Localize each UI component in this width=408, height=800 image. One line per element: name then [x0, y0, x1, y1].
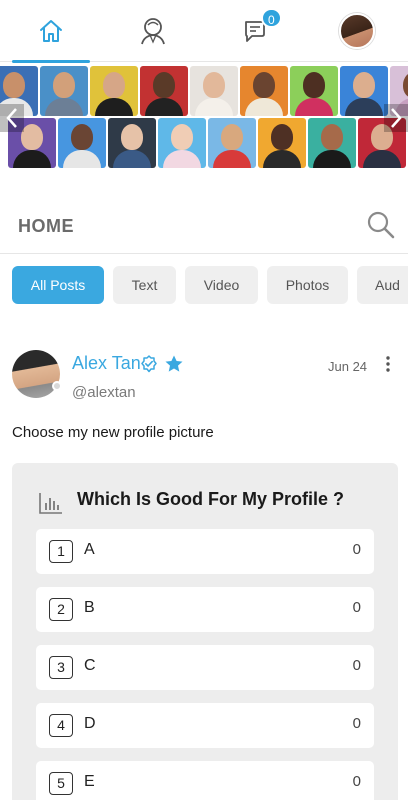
option-number: 1 — [49, 540, 73, 563]
search-icon — [367, 211, 395, 239]
home-header: HOME — [0, 198, 408, 254]
author-name[interactable]: Alex Tan — [72, 353, 141, 374]
option-vote-count: 0 — [352, 599, 361, 616]
poll-option[interactable]: 3 C 0 — [36, 645, 374, 690]
post-date: Jun 24 — [328, 359, 368, 374]
page-title: HOME — [18, 216, 74, 236]
person-thumbnail — [240, 66, 288, 116]
more-options-button[interactable] — [380, 354, 396, 374]
poll-option[interactable]: 5 E 0 — [36, 761, 374, 800]
avatar — [339, 13, 375, 49]
person-thumbnail — [258, 118, 306, 168]
author-handle: @alextan — [72, 384, 136, 401]
poll-option[interactable]: 4 D 0 — [36, 703, 374, 748]
profile-icon — [141, 18, 165, 45]
option-label: E — [84, 773, 95, 790]
nav-profile[interactable] — [102, 0, 204, 62]
banner-next-button[interactable] — [384, 104, 408, 132]
top-nav: 0 — [0, 0, 408, 63]
tab-video[interactable]: Video — [185, 266, 258, 304]
messages-badge: 0 — [261, 8, 282, 28]
nav-messages[interactable]: 0 — [204, 0, 306, 62]
option-label: D — [84, 715, 96, 732]
tab-audio[interactable]: Aud — [357, 266, 408, 304]
poll-card: Which Is Good For My Profile ? 1 A 0 2 B… — [12, 463, 398, 800]
option-number: 2 — [49, 598, 73, 621]
presence-indicator — [52, 381, 62, 391]
star-icon — [165, 355, 183, 372]
person-thumbnail — [208, 118, 256, 168]
option-number: 4 — [49, 714, 73, 737]
option-vote-count: 0 — [352, 715, 361, 732]
person-thumbnail — [290, 66, 338, 116]
poll-option[interactable]: 2 B 0 — [36, 587, 374, 632]
tab-all-posts[interactable]: All Posts — [12, 266, 104, 304]
author-avatar[interactable] — [12, 350, 60, 398]
person-thumbnail — [158, 118, 206, 168]
banner-prev-button[interactable] — [0, 104, 24, 132]
nav-home[interactable] — [0, 0, 102, 63]
banner-row — [0, 66, 408, 118]
person-thumbnail — [340, 66, 388, 116]
person-thumbnail — [308, 118, 356, 168]
tab-photos[interactable]: Photos — [267, 266, 348, 304]
more-vertical-icon — [386, 356, 390, 372]
poll-title: Which Is Good For My Profile ? — [77, 489, 345, 509]
person-thumbnail — [140, 66, 188, 116]
option-vote-count: 0 — [352, 657, 361, 674]
home-icon — [40, 20, 62, 42]
option-label: C — [84, 657, 96, 674]
nav-account[interactable] — [306, 0, 408, 62]
option-number: 5 — [49, 772, 73, 795]
tab-text[interactable]: Text — [113, 266, 176, 304]
option-label: A — [84, 541, 95, 558]
chevron-right-icon — [391, 108, 402, 128]
person-thumbnail — [58, 118, 106, 168]
post-text: Choose my new profile picture — [12, 424, 214, 441]
poll-chart-icon — [39, 493, 62, 514]
post-filter-tabs: All Posts Text Video Photos Aud — [12, 266, 408, 304]
banner-row — [8, 118, 408, 170]
option-label: B — [84, 599, 95, 616]
person-thumbnail — [90, 66, 138, 116]
person-thumbnail — [108, 118, 156, 168]
person-thumbnail — [40, 66, 88, 116]
search-button[interactable] — [366, 210, 396, 240]
people-banner[interactable] — [0, 66, 408, 170]
poll-option[interactable]: 1 A 0 — [36, 529, 374, 574]
option-vote-count: 0 — [352, 541, 361, 558]
person-thumbnail — [190, 66, 238, 116]
chevron-left-icon — [6, 108, 17, 128]
option-vote-count: 0 — [352, 773, 361, 790]
option-number: 3 — [49, 656, 73, 679]
verified-badge-icon — [141, 355, 157, 373]
